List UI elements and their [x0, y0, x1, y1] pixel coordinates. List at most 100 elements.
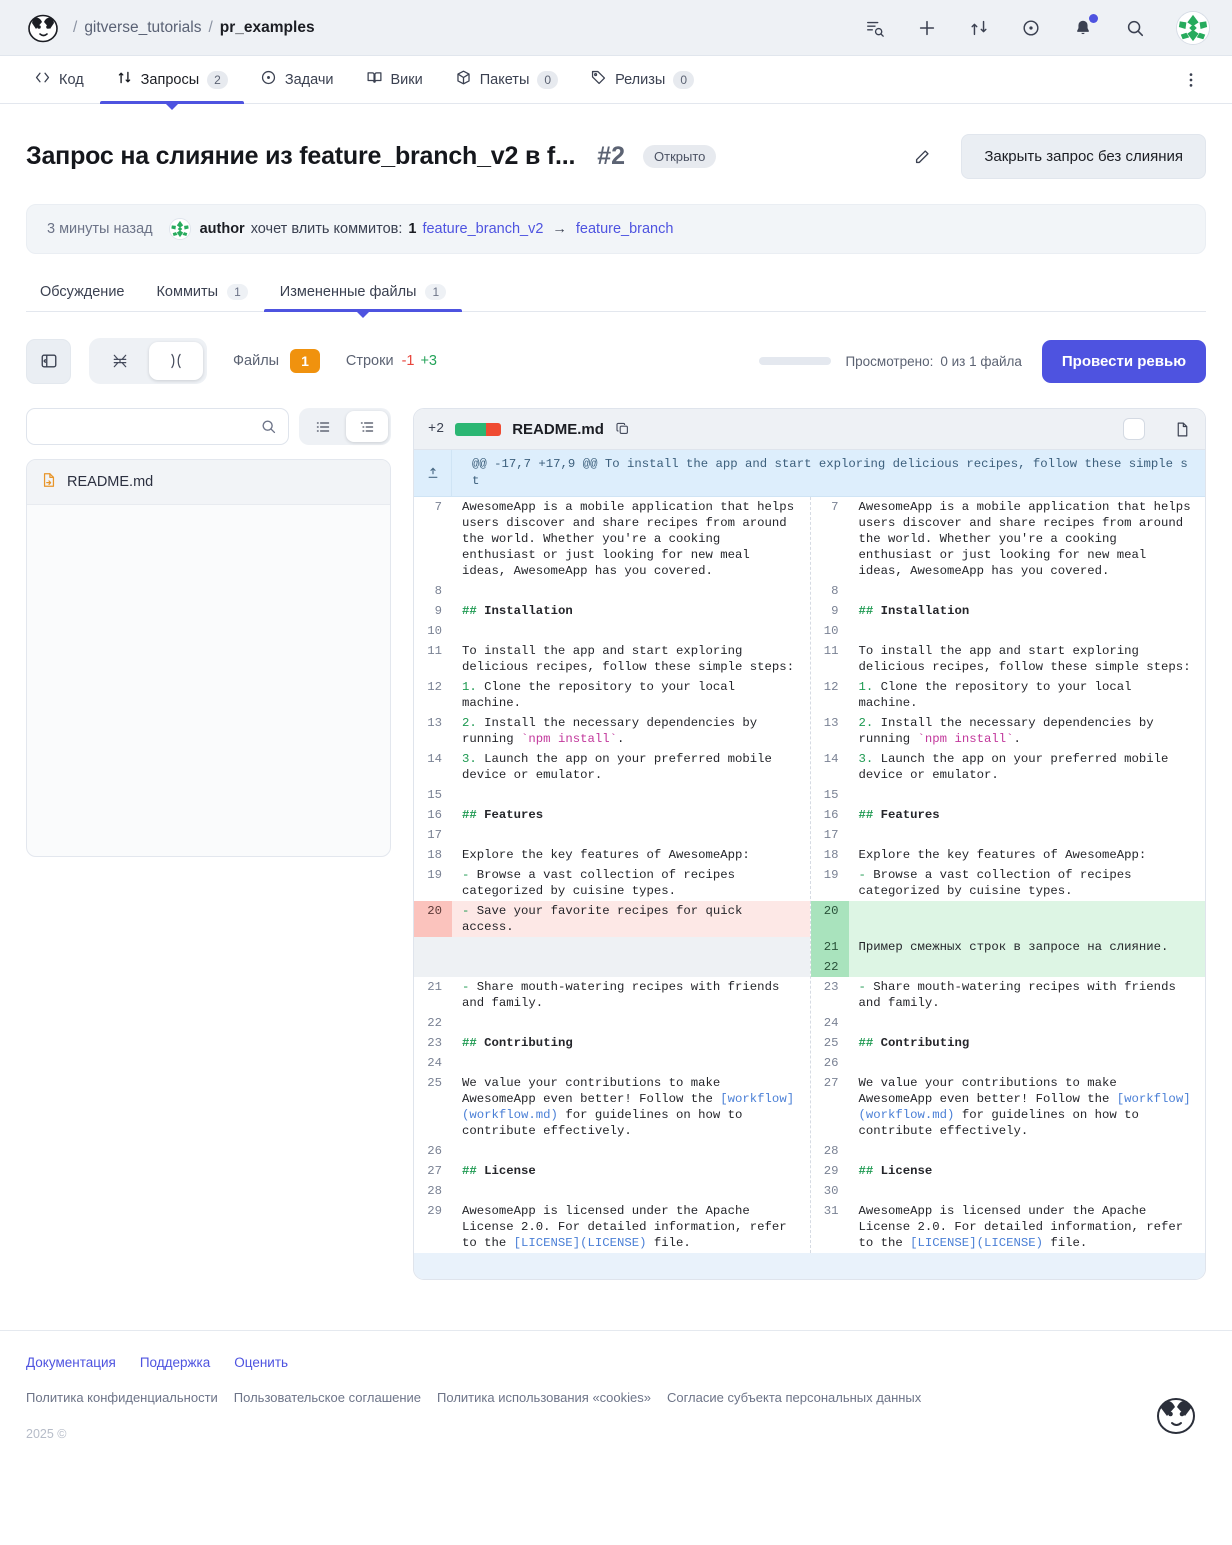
- diff-line-context[interactable]: 16 ## Features: [811, 805, 1206, 825]
- repo-nav-item-issues[interactable]: Задачи: [244, 56, 350, 103]
- diff-line-context[interactable]: 7 AwesomeApp is a mobile application that…: [414, 497, 810, 581]
- file-search-box[interactable]: [26, 408, 289, 445]
- diff-line-context[interactable]: 8: [811, 581, 1206, 601]
- footer-legal-link[interactable]: Политика конфиденциальности: [26, 1390, 218, 1405]
- diff-line-added[interactable]: 21 Пример смежных строк в запросе на слия…: [810, 937, 1205, 957]
- diff-line-added[interactable]: 22: [810, 957, 1205, 977]
- diff-line-context[interactable]: 14 3. Launch the app on your preferred mo…: [811, 749, 1206, 785]
- diff-line-context[interactable]: 13 2. Install the necessary dependencies …: [811, 713, 1206, 749]
- unified-view-icon[interactable]: [93, 342, 147, 380]
- file-icon[interactable]: [1174, 421, 1191, 438]
- line-code: 2. Install the necessary dependencies by…: [858, 716, 1162, 746]
- tree-list-icon[interactable]: [346, 411, 388, 442]
- diff-line-context[interactable]: 26: [414, 1141, 810, 1161]
- diff-line-context[interactable]: 30: [811, 1181, 1206, 1201]
- breadcrumb-org[interactable]: gitverse_tutorials: [84, 19, 201, 37]
- diff-line-context[interactable]: 15: [414, 785, 810, 805]
- diff-line-context[interactable]: 11 To install the app and start exploring…: [811, 641, 1206, 677]
- source-branch-link[interactable]: feature_branch_v2: [422, 221, 543, 237]
- diff-line-context[interactable]: 9 ## Installation: [414, 601, 810, 621]
- diff-line-context[interactable]: 23 ## Contributing: [414, 1033, 810, 1053]
- repo-nav-item-code[interactable]: Код: [26, 56, 100, 103]
- plus-icon[interactable]: [916, 17, 938, 39]
- diff-line-context[interactable]: 9 ## Installation: [811, 601, 1206, 621]
- line-number: 25: [427, 1076, 442, 1090]
- diff-line-context[interactable]: 7 AwesomeApp is a mobile application that…: [811, 497, 1206, 581]
- pull-request-icon[interactable]: [968, 17, 990, 39]
- bell-icon[interactable]: [1072, 13, 1098, 39]
- diff-line-placeholder[interactable]: [414, 937, 810, 957]
- diff-line-context[interactable]: 14 3. Launch the app on your preferred mo…: [414, 749, 810, 785]
- diff-line-context[interactable]: 12 1. Clone the repository to your local …: [811, 677, 1206, 713]
- diff-line-context[interactable]: 10: [811, 621, 1206, 641]
- diff-line-context[interactable]: 26: [811, 1053, 1206, 1073]
- search-input[interactable]: [38, 417, 260, 436]
- tab-discussion[interactable]: Обсуждение: [26, 272, 140, 311]
- expand-hunk-icon[interactable]: [414, 450, 452, 496]
- diff-line-placeholder[interactable]: [414, 957, 810, 977]
- diff-line-context[interactable]: 29 ## License: [811, 1161, 1206, 1181]
- list-search-icon[interactable]: [864, 17, 886, 39]
- avatar[interactable]: [1176, 10, 1210, 45]
- repo-nav-item-packages[interactable]: Пакеты 0: [439, 56, 574, 103]
- diff-line-added[interactable]: 20: [810, 901, 1205, 937]
- copy-icon[interactable]: [615, 421, 631, 437]
- tab-commits[interactable]: Коммиты 1: [140, 272, 263, 311]
- tab-changed-files[interactable]: Измененные файлы 1: [263, 272, 463, 318]
- diff-line-context[interactable]: 27 ## License: [414, 1161, 810, 1181]
- diff-line-context[interactable]: 31 AwesomeApp is licensed under the Apach…: [811, 1201, 1206, 1253]
- diff-line-context[interactable]: 24: [414, 1053, 810, 1073]
- footer-link[interactable]: Документация: [26, 1355, 116, 1370]
- list-item[interactable]: README.md: [27, 460, 390, 505]
- diff-line-context[interactable]: 23 - Share mouth-watering recipes with fr…: [811, 977, 1206, 1013]
- diff-hunk-header[interactable]: @@ -17,7 +17,9 @@ To install the app and…: [414, 450, 1205, 497]
- diff-line-context[interactable]: 18 Explore the key features of AwesomeApp…: [811, 845, 1206, 865]
- diff-line-context[interactable]: 27 We value your contributions to make Aw…: [811, 1073, 1206, 1141]
- line-code: To install the app and start exploring d…: [462, 644, 795, 674]
- footer-link[interactable]: Оценить: [234, 1355, 288, 1370]
- diff-line-context[interactable]: 25 We value your contributions to make Aw…: [414, 1073, 810, 1141]
- repo-nav-item-wiki[interactable]: Вики: [350, 56, 439, 103]
- diff-line-context[interactable]: 8: [414, 581, 810, 601]
- diff-line-context[interactable]: 18 Explore the key features of AwesomeApp…: [414, 845, 810, 865]
- diff-line-deleted[interactable]: 20- Save your favorite recipes for quick…: [414, 901, 810, 937]
- diff-line-context[interactable]: 25 ## Contributing: [811, 1033, 1206, 1053]
- viewed-checkbox[interactable]: [1123, 418, 1145, 440]
- diff-line-context[interactable]: 17: [414, 825, 810, 845]
- gitverse-logo-icon[interactable]: [26, 11, 60, 45]
- diff-line-context[interactable]: 15: [811, 785, 1206, 805]
- author-avatar[interactable]: [168, 218, 191, 240]
- diff-line-context[interactable]: 19 - Browse a vast collection of recipes …: [811, 865, 1206, 901]
- diff-line-context[interactable]: 28: [414, 1181, 810, 1201]
- diff-line-context[interactable]: 21 - Share mouth-watering recipes with fr…: [414, 977, 810, 1013]
- footer-legal-link[interactable]: Согласие субъекта персональных данных: [667, 1390, 921, 1405]
- diff-line-context[interactable]: 19 - Browse a vast collection of recipes …: [414, 865, 810, 901]
- diff-line-context[interactable]: 29 AwesomeApp is licensed under the Apach…: [414, 1201, 810, 1253]
- repo-nav-more-icon[interactable]: [1176, 56, 1206, 103]
- close-pr-button[interactable]: Закрыть запрос без слияния: [961, 134, 1206, 179]
- diff-line-context[interactable]: 10: [414, 621, 810, 641]
- repo-nav-item-pull-requests[interactable]: Запросы 2: [99, 56, 245, 110]
- start-review-button[interactable]: Провести ревью: [1041, 339, 1206, 383]
- repo-nav-item-releases[interactable]: Релизы 0: [574, 56, 710, 103]
- edit-pencil-icon[interactable]: [907, 142, 937, 172]
- pr-author-name[interactable]: author: [200, 221, 245, 237]
- diff-line-context[interactable]: 28: [811, 1141, 1206, 1161]
- split-view-icon[interactable]: [149, 342, 203, 380]
- footer-legal-link[interactable]: Пользовательское соглашение: [234, 1390, 421, 1405]
- footer-legal-link[interactable]: Политика использования «cookies»: [437, 1390, 651, 1405]
- search-icon[interactable]: [1124, 17, 1146, 39]
- breadcrumb-repo[interactable]: pr_examples: [220, 19, 315, 37]
- flat-list-icon[interactable]: [302, 411, 344, 442]
- diff-line-context[interactable]: 12 1. Clone the repository to your local …: [414, 677, 810, 713]
- target-branch-link[interactable]: feature_branch: [576, 221, 674, 237]
- diff-line-context[interactable]: 17: [811, 825, 1206, 845]
- diff-line-context[interactable]: 22: [414, 1013, 810, 1033]
- diff-line-context[interactable]: 11 To install the app and start exploring…: [414, 641, 810, 677]
- issues-icon[interactable]: [1020, 17, 1042, 39]
- sidebar-collapse-icon[interactable]: [26, 338, 71, 384]
- footer-link[interactable]: Поддержка: [140, 1355, 210, 1370]
- diff-line-context[interactable]: 24: [811, 1013, 1206, 1033]
- diff-line-context[interactable]: 16 ## Features: [414, 805, 810, 825]
- diff-line-context[interactable]: 13 2. Install the necessary dependencies …: [414, 713, 810, 749]
